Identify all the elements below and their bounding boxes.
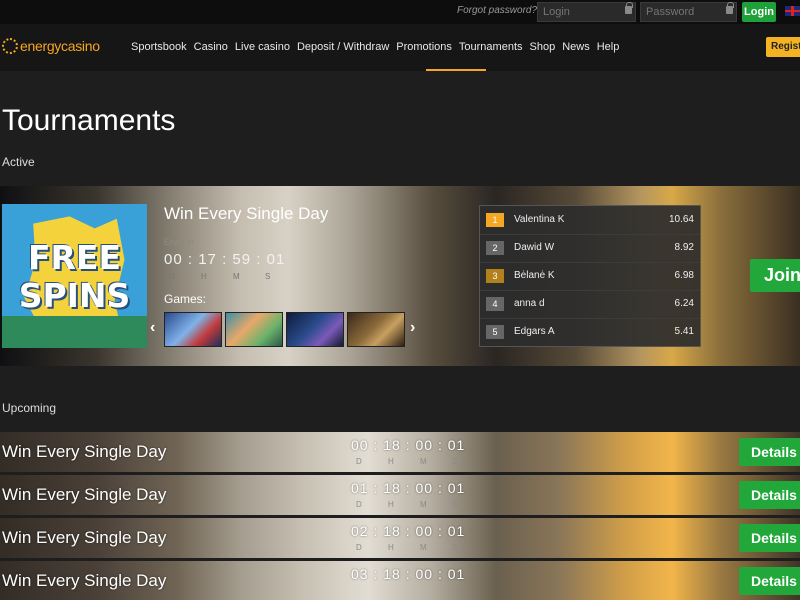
countdown-minutes: 59 bbox=[232, 251, 252, 268]
game-thumbnail-2[interactable] bbox=[225, 312, 283, 347]
upcoming-tournament-row: Win Every Single Day 03 : 18 : 00 : 01 D… bbox=[0, 561, 800, 600]
countdown-units: DHMS bbox=[356, 543, 458, 552]
nav-item-sportsbook[interactable]: Sportsbook bbox=[131, 41, 187, 53]
login-button[interactable]: Login bbox=[742, 2, 776, 22]
nav-item-news[interactable]: News bbox=[562, 41, 590, 53]
upcoming-title: Win Every Single Day bbox=[2, 571, 167, 590]
rank-badge: 3 bbox=[486, 269, 504, 283]
ends-in-label: Ends in bbox=[164, 237, 195, 247]
nav-item-live-casino[interactable]: Live casino bbox=[235, 41, 290, 53]
energycasino-logo[interactable]: energycasino bbox=[2, 37, 117, 57]
game-thumbnail-3[interactable] bbox=[286, 312, 344, 347]
active-countdown: 00 : 17 : 59 : 01 bbox=[164, 251, 286, 268]
uk-flag-icon[interactable] bbox=[785, 6, 800, 16]
countdown-days: 00 bbox=[164, 251, 183, 268]
leaderboard-row: 1 Valentina K 10.64 bbox=[480, 206, 700, 234]
player-name: anna d bbox=[514, 298, 545, 309]
upcoming-countdown: 02 : 18 : 00 : 01 bbox=[351, 523, 466, 539]
upcoming-title: Win Every Single Day bbox=[2, 528, 167, 547]
upcoming-tournament-row: Win Every Single Day 02 : 18 : 00 : 01 D… bbox=[0, 518, 800, 558]
rank-badge: 1 bbox=[486, 213, 504, 227]
upcoming-title: Win Every Single Day bbox=[2, 442, 167, 461]
details-button[interactable]: Details bbox=[739, 524, 800, 552]
leaderboard-row: 2 Dawid W 8.92 bbox=[480, 234, 700, 262]
player-score: 8.92 bbox=[674, 242, 694, 253]
login-input[interactable] bbox=[537, 2, 636, 22]
leaderboard: 1 Valentina K 10.64 2 Dawid W 8.92 3 Bėl… bbox=[479, 205, 701, 347]
countdown-hours: 17 bbox=[198, 251, 217, 268]
nav-item-casino[interactable]: Casino bbox=[194, 41, 228, 53]
main-nav: energycasino Sportsbook Casino Live casi… bbox=[0, 24, 800, 71]
password-input[interactable] bbox=[640, 2, 737, 22]
game-thumbnail-4[interactable] bbox=[347, 312, 405, 347]
active-tab-indicator bbox=[426, 69, 486, 71]
free-spins-promo-image[interactable]: FREE SPINS bbox=[2, 204, 147, 348]
top-bar: Forgot password? Login bbox=[0, 0, 800, 24]
nav-item-tournaments[interactable]: Tournaments bbox=[459, 41, 523, 53]
forgot-password-link[interactable]: Forgot password? bbox=[457, 5, 537, 16]
countdown-units: DHMS bbox=[356, 457, 458, 466]
user-icon bbox=[625, 2, 633, 14]
rank-badge: 2 bbox=[486, 241, 504, 255]
nav-item-shop[interactable]: Shop bbox=[530, 41, 556, 53]
promo-line-2: SPINS bbox=[18, 276, 131, 315]
upcoming-tournament-row: Win Every Single Day 01 : 18 : 00 : 01 D… bbox=[0, 475, 800, 515]
player-name: Dawid W bbox=[514, 242, 555, 253]
upcoming-countdown: 00 : 18 : 00 : 01 bbox=[351, 437, 466, 453]
active-section-label: Active bbox=[2, 155, 35, 169]
leaderboard-row: 5 Edgars A 5.41 bbox=[480, 318, 700, 346]
upcoming-countdown: 03 : 18 : 00 : 01 bbox=[351, 566, 466, 582]
nav-item-deposit-withdraw[interactable]: Deposit / Withdraw bbox=[297, 41, 389, 53]
player-score: 10.64 bbox=[668, 214, 694, 225]
countdown-seconds: 01 bbox=[266, 251, 286, 268]
logo-text: energycasino bbox=[20, 38, 100, 54]
nav-item-promotions[interactable]: Promotions bbox=[396, 41, 452, 53]
chevron-right-icon[interactable]: › bbox=[410, 319, 415, 337]
join-button[interactable]: Join bbox=[750, 259, 800, 292]
details-button[interactable]: Details bbox=[739, 438, 800, 466]
details-button[interactable]: Details bbox=[739, 567, 800, 595]
upcoming-section-label: Upcoming bbox=[2, 401, 57, 415]
tournament-title: Win Every Single Day bbox=[164, 204, 329, 223]
player-name: Bėlanė K bbox=[514, 270, 555, 281]
upcoming-tournament-row: Win Every Single Day 00 : 18 : 00 : 01 D… bbox=[0, 432, 800, 472]
nav-item-help[interactable]: Help bbox=[597, 41, 620, 53]
leaderboard-row: 4 anna d 6.24 bbox=[480, 290, 700, 318]
upcoming-title: Win Every Single Day bbox=[2, 485, 167, 504]
player-score: 5.41 bbox=[674, 326, 694, 337]
countdown-units: DHMS bbox=[356, 500, 458, 509]
nav-menu: Sportsbook Casino Live casino Deposit / … bbox=[131, 41, 626, 53]
rank-badge: 5 bbox=[486, 325, 504, 339]
player-score: 6.98 bbox=[674, 270, 694, 281]
leaderboard-row: 3 Bėlanė K 6.98 bbox=[480, 262, 700, 290]
rank-badge: 4 bbox=[486, 297, 504, 311]
player-name: Valentina K bbox=[514, 214, 565, 225]
games-label: Games: bbox=[164, 292, 207, 306]
lock-icon bbox=[726, 2, 734, 14]
upcoming-countdown: 01 : 18 : 00 : 01 bbox=[351, 480, 466, 496]
game-thumbnail-1[interactable] bbox=[164, 312, 222, 347]
chevron-left-icon[interactable]: ‹ bbox=[150, 319, 155, 337]
register-button[interactable]: Register bbox=[766, 37, 800, 57]
promo-line-1: FREE bbox=[27, 238, 122, 277]
player-score: 6.24 bbox=[674, 298, 694, 309]
countdown-units: D H M S bbox=[169, 272, 271, 281]
sun-icon bbox=[2, 38, 18, 54]
player-name: Edgars A bbox=[514, 326, 555, 337]
page-title: Tournaments bbox=[2, 104, 176, 137]
details-button[interactable]: Details bbox=[739, 481, 800, 509]
